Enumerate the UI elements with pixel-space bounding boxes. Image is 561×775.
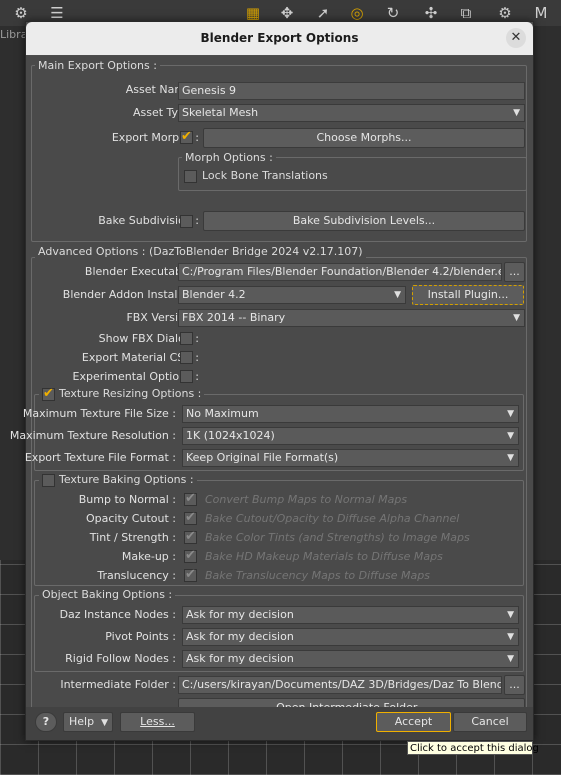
makeup-label: Make-up : xyxy=(121,550,176,563)
max-file-size-label: Maximum Texture File Size : xyxy=(22,407,176,420)
choose-morphs-button[interactable]: Choose Morphs... xyxy=(203,128,525,148)
chevron-down-icon: ▼ xyxy=(507,409,514,419)
lock-bone-translations-label: Lock Bone Translations xyxy=(202,169,328,182)
rigid-follow-label: Rigid Follow Nodes : xyxy=(65,652,176,665)
object-baking-title: Object Baking Options : xyxy=(39,588,176,601)
max-resolution-label: Maximum Texture Resolution : xyxy=(9,429,176,442)
help-dropdown-button[interactable]: Help ▼ xyxy=(63,712,113,732)
close-icon[interactable]: ✕ xyxy=(506,28,526,48)
help-icon[interactable]: ? xyxy=(35,712,57,732)
rigid-follow-value: Ask for my decision xyxy=(186,652,294,665)
translucency-label: Translucency : xyxy=(97,569,176,582)
pivot-points-dropdown[interactable]: Ask for my decision ▼ xyxy=(182,628,519,646)
fbx-version-value: FBX 2014 -- Binary xyxy=(182,311,286,324)
bake-subdivision-checkbox[interactable] xyxy=(180,215,193,228)
advanced-options-title: Advanced Options : (DazToBlender Bridge … xyxy=(35,245,366,258)
dialog-footer: ? Help ▼ Less... Accept Cancel xyxy=(26,707,533,740)
chevron-down-icon: ▼ xyxy=(507,610,514,620)
chevron-down-icon: ▼ xyxy=(507,431,514,441)
makeup-checkbox[interactable] xyxy=(184,548,197,563)
dialog-title: Blender Export Options xyxy=(200,31,359,45)
dialog-titlebar[interactable]: Blender Export Options ✕ xyxy=(26,22,533,55)
tint-strength-checkbox[interactable] xyxy=(184,529,197,544)
max-resolution-dropdown[interactable]: 1K (1024x1024) ▼ xyxy=(182,427,519,445)
translucency-text: Bake Translucency Maps to Diffuse Maps xyxy=(205,569,430,582)
blender-executable-field[interactable]: C:/Program Files/Blender Foundation/Blen… xyxy=(178,263,502,281)
instance-nodes-value: Ask for my decision xyxy=(186,608,294,621)
show-fbx-dialog-checkbox[interactable] xyxy=(180,332,193,345)
translucency-checkbox[interactable] xyxy=(184,567,197,582)
bump-to-normal-text: Convert Bump Maps to Normal Maps xyxy=(205,493,408,506)
dialog-content: Main Export Options : Asset Name : Genes… xyxy=(10,56,533,740)
export-format-label: Export Texture File Format : xyxy=(24,451,176,464)
intermediate-folder-field[interactable]: C:/users/kirayan/Documents/DAZ 3D/Bridge… xyxy=(178,676,502,694)
max-file-size-value: No Maximum xyxy=(186,407,259,420)
addon-installer-dropdown[interactable]: Blender 4.2 ▼ xyxy=(178,286,406,304)
texture-resizing-title: Texture Resizing Options : xyxy=(39,387,205,400)
chevron-down-icon: ▼ xyxy=(513,313,520,323)
accept-tooltip: Click to accept this dialog xyxy=(407,741,539,755)
chevron-down-icon: ▼ xyxy=(507,453,514,463)
opacity-cutout-text: Bake Cutout/Opacity to Diffuse Alpha Cha… xyxy=(205,512,460,525)
export-dialog: Blender Export Options ✕ Main Export Opt… xyxy=(10,21,534,741)
less-button[interactable]: Less... xyxy=(120,712,195,732)
rigid-follow-dropdown[interactable]: Ask for my decision ▼ xyxy=(182,650,519,668)
experimental-options-checkbox[interactable] xyxy=(180,370,193,383)
accept-button[interactable]: Accept xyxy=(376,712,451,732)
texture-baking-checkbox[interactable] xyxy=(42,474,55,487)
tint-strength-text: Bake Color Tints (and Strengths) to Imag… xyxy=(205,531,470,544)
tint-strength-label: Tint / Strength : xyxy=(89,531,176,544)
chevron-down-icon: ▼ xyxy=(513,108,520,118)
chevron-down-icon: ▼ xyxy=(394,290,401,300)
export-format-dropdown[interactable]: Keep Original File Format(s) ▼ xyxy=(182,449,519,467)
texture-baking-title: Texture Baking Options : xyxy=(39,473,197,486)
browse-folder-button[interactable]: ... xyxy=(504,675,525,695)
max-resolution-value: 1K (1024x1024) xyxy=(186,429,275,442)
texture-resizing-checkbox[interactable] xyxy=(42,386,55,401)
export-material-csv-checkbox[interactable] xyxy=(180,351,193,364)
chevron-down-icon: ▼ xyxy=(507,654,514,664)
intermediate-folder-label: Intermediate Folder : xyxy=(60,678,176,691)
export-format-value: Keep Original File Format(s) xyxy=(186,451,339,464)
cancel-button[interactable]: Cancel xyxy=(453,712,527,732)
asset-name-field[interactable]: Genesis 9 xyxy=(178,82,525,100)
max-file-size-dropdown[interactable]: No Maximum ▼ xyxy=(182,405,519,423)
bump-to-normal-checkbox[interactable] xyxy=(184,491,197,506)
fbx-version-dropdown[interactable]: FBX 2014 -- Binary ▼ xyxy=(178,309,525,327)
help-button-label: Help xyxy=(69,715,95,728)
install-plugin-button[interactable]: Install Plugin... xyxy=(412,285,524,305)
morph-options-title: Morph Options : xyxy=(182,151,276,164)
bake-subdivision-levels-button[interactable]: Bake Subdivision Levels... xyxy=(203,211,525,231)
pivot-points-label: Pivot Points : xyxy=(105,630,176,643)
asset-type-value: Skeletal Mesh xyxy=(182,106,259,119)
main-export-title: Main Export Options : xyxy=(35,59,160,72)
chevron-down-icon: ▼ xyxy=(507,632,514,642)
asset-type-dropdown[interactable]: Skeletal Mesh ▼ xyxy=(178,104,525,122)
opacity-cutout-label: Opacity Cutout : xyxy=(86,512,176,525)
makeup-text: Bake HD Makeup Materials to Diffuse Maps xyxy=(205,550,443,563)
library-tab[interactable]: Libra xyxy=(0,28,27,41)
browse-executable-button[interactable]: ... xyxy=(504,262,525,282)
addon-installer-value: Blender 4.2 xyxy=(182,288,246,301)
opacity-cutout-checkbox[interactable] xyxy=(184,510,197,525)
bump-to-normal-label: Bump to Normal : xyxy=(78,493,176,506)
export-morphs-checkbox[interactable] xyxy=(180,129,193,144)
chevron-down-icon: ▼ xyxy=(101,718,108,728)
instance-nodes-label: Daz Instance Nodes : xyxy=(59,608,176,621)
instance-nodes-dropdown[interactable]: Ask for my decision ▼ xyxy=(182,606,519,624)
lock-bone-translations-checkbox[interactable] xyxy=(184,170,197,183)
pivot-points-value: Ask for my decision xyxy=(186,630,294,643)
